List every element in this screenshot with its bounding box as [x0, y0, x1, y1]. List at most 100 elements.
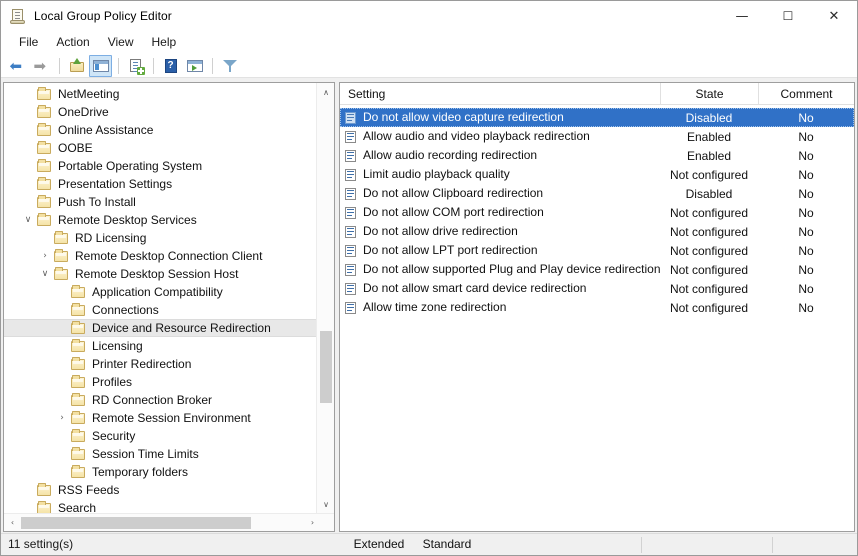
cell-comment: No	[798, 262, 814, 277]
policy-setting-icon	[344, 282, 357, 296]
forward-button[interactable]: ➡	[30, 55, 53, 77]
maximize-button[interactable]: ☐	[765, 1, 811, 31]
cell-state: Not configured	[669, 167, 749, 182]
tree-item-session-time-limits[interactable]: Session Time Limits	[4, 445, 316, 463]
menu-action[interactable]: Action	[47, 33, 98, 52]
tree-item-application-compatibility[interactable]: Application Compatibility	[4, 283, 316, 301]
tree-item-rd-licensing[interactable]: RD Licensing	[4, 229, 316, 247]
policy-setting-icon	[344, 206, 357, 220]
table-row[interactable]: Do not allow smart card device redirecti…	[340, 279, 854, 298]
tree-item-security[interactable]: Security	[4, 427, 316, 445]
menu-help[interactable]: Help	[143, 33, 186, 52]
table-row[interactable]: Do not allow Clipboard redirection Disabl…	[340, 184, 854, 203]
tree-item-label: RD Licensing	[75, 231, 147, 245]
column-header-state[interactable]: State	[660, 83, 758, 104]
status-divider	[641, 537, 642, 553]
table-row[interactable]: Do not allow drive redirection Not config…	[340, 222, 854, 241]
tree-item-rss-feeds[interactable]: RSS Feeds	[4, 481, 316, 499]
tree-item-profiles[interactable]: Profiles	[4, 373, 316, 391]
export-list-button[interactable]	[124, 55, 147, 77]
tree-item-label: Remote Desktop Connection Client	[75, 249, 263, 263]
filter-button[interactable]	[218, 55, 241, 77]
close-button[interactable]: ✕	[811, 1, 857, 31]
back-button[interactable]: ⬅	[6, 55, 29, 77]
tree-scroll-up-button[interactable]: ∧	[317, 83, 334, 101]
folder-icon	[36, 141, 53, 155]
tree-item-connections[interactable]: Connections	[4, 301, 316, 319]
tree-item-label: Connections	[92, 303, 159, 317]
folder-icon	[53, 249, 70, 263]
table-row[interactable]: Allow time zone redirection Not configure…	[340, 298, 854, 317]
tree-item-onedrive[interactable]: OneDrive	[4, 103, 316, 121]
tree-item-search[interactable]: Search	[4, 499, 316, 513]
table-row[interactable]: Limit audio playback quality Not configur…	[340, 165, 854, 184]
minimize-button[interactable]: —	[719, 1, 765, 31]
tree-item-remote-desktop-connection-client[interactable]: › Remote Desktop Connection Client	[4, 247, 316, 265]
setting-name: Do not allow COM port redirection	[363, 205, 544, 219]
tree-item-push-to-install[interactable]: Push To Install	[4, 193, 316, 211]
tree-item-device-and-resource-redirection[interactable]: Device and Resource Redirection	[4, 319, 316, 337]
menu-view[interactable]: View	[99, 33, 143, 52]
table-row[interactable]: Do not allow supported Plug and Play dev…	[340, 260, 854, 279]
column-header-setting[interactable]: Setting	[340, 83, 660, 104]
help-button[interactable]: ?	[159, 55, 182, 77]
tree-item-remote-desktop-session-host[interactable]: ∨ Remote Desktop Session Host	[4, 265, 316, 283]
folder-icon	[70, 357, 87, 371]
tree-vertical-scrollbar[interactable]: ∧ ∨	[316, 83, 334, 513]
tree-horizontal-scrollbar[interactable]: ‹ ›	[4, 513, 334, 531]
folder-icon	[36, 195, 53, 209]
tree-item-temporary-folders[interactable]: Temporary folders	[4, 463, 316, 481]
column-header-comment[interactable]: Comment	[758, 83, 854, 104]
content-area: NetMeeting OneDrive Online Assistance OOBE P…	[1, 79, 857, 555]
up-one-level-button[interactable]	[65, 55, 88, 77]
tree-item-printer-redirection[interactable]: Printer Redirection	[4, 355, 316, 373]
title-bar: Local Group Policy Editor — ☐ ✕	[1, 1, 857, 31]
setting-name: Limit audio playback quality	[363, 167, 510, 181]
tree-item-label: Push To Install	[58, 195, 136, 209]
folder-icon	[36, 87, 53, 101]
tree-item-licensing[interactable]: Licensing	[4, 337, 316, 355]
tree-item-remote-desktop-services[interactable]: ∨ Remote Desktop Services	[4, 211, 316, 229]
tree-item-label: RD Connection Broker	[92, 393, 213, 407]
tree-item-oobe[interactable]: OOBE	[4, 139, 316, 157]
tree-scroll-right-button[interactable]: ›	[304, 514, 321, 531]
table-row[interactable]: Do not allow LPT port redirection Not con…	[340, 241, 854, 260]
folder-icon	[70, 303, 87, 317]
cell-comment: No	[798, 205, 814, 220]
chevron-down-icon[interactable]: ∨	[37, 266, 53, 282]
table-row[interactable]: Do not allow video capture redirection Di…	[340, 108, 854, 127]
show-hide-console-tree-button[interactable]	[89, 54, 112, 77]
tree-horizontal-scroll-thumb[interactable]	[21, 517, 251, 529]
table-row[interactable]: Allow audio recording redirection Enabled…	[340, 146, 854, 165]
cell-state: Not configured	[669, 224, 749, 239]
tree-scroll-down-button[interactable]: ∨	[317, 495, 334, 513]
tree-item-label: Remote Desktop Services	[58, 213, 197, 227]
tree-item-remote-session-environment[interactable]: › Remote Session Environment	[4, 409, 316, 427]
chevron-right-icon[interactable]: ›	[54, 410, 70, 426]
tree-item-netmeeting[interactable]: NetMeeting	[4, 85, 316, 103]
tree-item-rd-connection-broker[interactable]: RD Connection Broker	[4, 391, 316, 409]
chevron-down-icon[interactable]: ∨	[20, 212, 36, 228]
view-window-button[interactable]	[183, 55, 206, 77]
chevron-right-icon[interactable]: ›	[37, 248, 53, 264]
setting-name: Do not allow smart card device redirecti…	[363, 281, 587, 295]
tree-vertical-scroll-thumb[interactable]	[320, 331, 332, 403]
table-row[interactable]: Allow audio and video playback redirecti…	[340, 127, 854, 146]
tree-item-portable-operating-system[interactable]: Portable Operating System	[4, 157, 316, 175]
table-row[interactable]: Do not allow COM port redirection Not con…	[340, 203, 854, 222]
properties-icon	[128, 58, 145, 75]
tree-item-presentation-settings[interactable]: Presentation Settings	[4, 175, 316, 193]
cell-comment: No	[798, 186, 814, 201]
tree-scroll-left-button[interactable]: ‹	[4, 514, 21, 531]
local-group-policy-editor-window: Local Group Policy Editor — ☐ ✕ File Act…	[0, 0, 858, 556]
tree-item-label: OOBE	[58, 141, 93, 155]
tree-item-online-assistance[interactable]: Online Assistance	[4, 121, 316, 139]
menu-file[interactable]: File	[10, 33, 47, 52]
cell-setting: Allow audio recording redirection	[340, 146, 660, 165]
